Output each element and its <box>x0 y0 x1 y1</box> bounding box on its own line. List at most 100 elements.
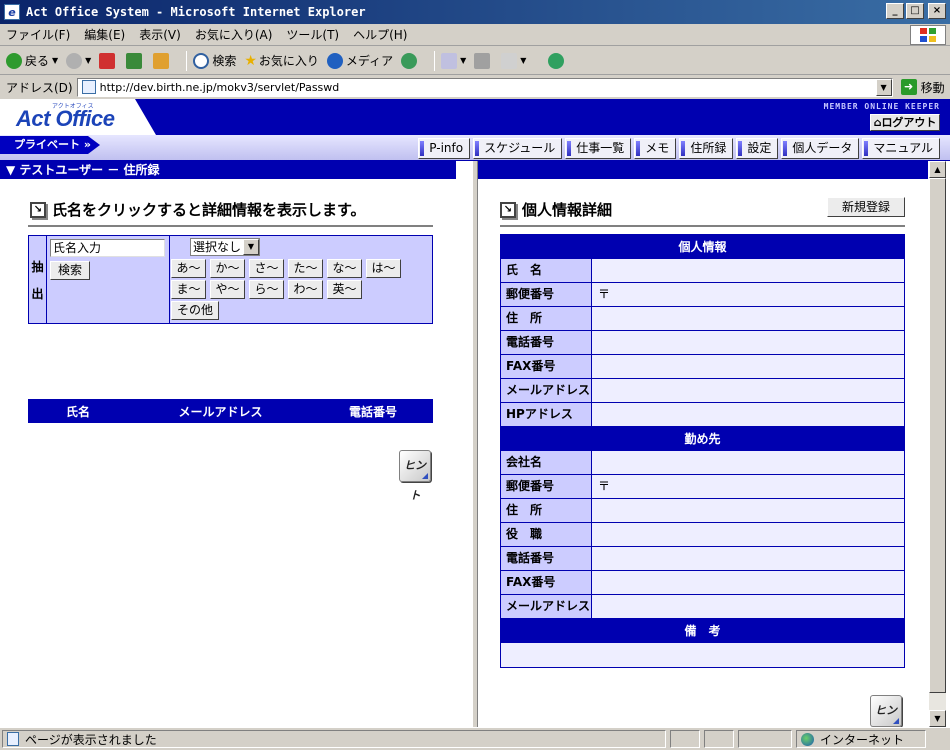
row-value <box>592 523 904 546</box>
logout-button[interactable]: ⌂ログアウト <box>870 114 940 131</box>
kana-na-button[interactable]: な～ <box>327 259 362 278</box>
row-value <box>592 259 904 282</box>
kana-a-button[interactable]: あ～ <box>171 259 206 278</box>
forward-button[interactable]: ▼ <box>66 52 91 69</box>
window-controls: _ □ × <box>886 3 946 19</box>
home-button[interactable] <box>153 52 172 69</box>
tab-p-info[interactable]: P-info <box>418 138 471 159</box>
menu-file[interactable]: ファイル(F) <box>6 26 70 43</box>
filter-box: 抽 出 氏名入力 検索 選択なし ▼ あ～ か～ さ～ た～ な～ は～ ま～ … <box>28 235 433 324</box>
detail-row: 役 職 <box>501 523 904 547</box>
back-label: 戻る <box>25 54 50 68</box>
address-dropdown-icon[interactable]: ▼ <box>875 78 892 96</box>
star-icon: ★ <box>244 52 257 69</box>
filter-label-1: 抽 <box>31 259 44 274</box>
row-label: 郵便番号 <box>501 283 592 306</box>
messenger-button[interactable] <box>548 52 567 69</box>
kana-wa-button[interactable]: わ～ <box>288 280 323 299</box>
act-office-logo[interactable]: アクトオフィス Act Office <box>0 99 156 135</box>
kana-english-button[interactable]: 英～ <box>327 280 362 299</box>
col-name[interactable]: 氏名 <box>28 403 128 420</box>
detail-table: 個人情報 氏 名 郵便番号〒 住 所 電話番号 FAX番号 メールアドレス HP… <box>500 234 905 668</box>
detail-row: メールアドレス <box>501 379 904 403</box>
minimize-button[interactable]: _ <box>886 3 904 19</box>
scroll-down-icon[interactable]: ▼ <box>929 710 946 727</box>
print-button[interactable] <box>474 52 493 69</box>
notes-value <box>501 643 904 667</box>
tab-task-list[interactable]: 仕事一覧 <box>565 138 632 159</box>
media-button[interactable]: メディア <box>326 52 393 69</box>
hint-button[interactable]: ヒント <box>399 450 431 502</box>
menu-edit[interactable]: 編集(E) <box>84 26 125 43</box>
menu-view[interactable]: 表示(V) <box>139 26 181 43</box>
detail-section-bar <box>478 161 928 179</box>
go-arrow-icon: ➜ <box>900 79 917 95</box>
edit-button[interactable]: ▼ <box>501 52 526 69</box>
mail-dropdown-icon[interactable]: ▼ <box>460 56 466 65</box>
row-label: 電話番号 <box>501 547 592 570</box>
back-button[interactable]: 戻る ▼ <box>6 52 58 69</box>
mail-button[interactable]: ▼ <box>441 52 466 69</box>
forward-dropdown-icon[interactable]: ▼ <box>85 56 91 65</box>
site-header: アクトオフィス Act Office MEMBER ONLINE KEEPER … <box>0 99 950 135</box>
new-entry-button[interactable]: 新規登録 <box>827 197 905 217</box>
scroll-up-icon[interactable]: ▲ <box>929 161 946 178</box>
tab-address-book[interactable]: 住所録 <box>679 138 734 159</box>
kana-other-button[interactable]: その他 <box>171 301 219 320</box>
kana-ma-button[interactable]: ま～ <box>171 280 206 299</box>
private-tab[interactable]: プライベート » <box>0 136 100 154</box>
kana-ta-button[interactable]: た～ <box>288 259 323 278</box>
filter-label: 抽 出 <box>29 236 47 323</box>
history-button[interactable] <box>401 52 420 69</box>
tab-memo[interactable]: メモ <box>634 138 677 159</box>
back-dropdown-icon[interactable]: ▼ <box>52 56 58 65</box>
search-icon <box>193 52 210 69</box>
stop-button[interactable] <box>99 52 118 69</box>
maximize-button[interactable]: □ <box>906 3 924 19</box>
close-button[interactable]: × <box>928 3 946 19</box>
row-label: 住 所 <box>501 499 592 522</box>
chevron-down-icon[interactable]: ▼ <box>243 239 259 255</box>
go-label: 移動 <box>920 80 945 95</box>
kana-ka-button[interactable]: か～ <box>210 259 245 278</box>
tab-personal-data[interactable]: 個人データ <box>781 138 860 159</box>
row-value: 〒 <box>592 475 904 498</box>
page-icon <box>81 80 96 94</box>
browser-toolbar: 戻る ▼ ▼ 検索 ★ お気に入り メディア ▼ ▼ <box>0 47 950 75</box>
row-value: 〒 <box>592 283 904 306</box>
row-label: メールアドレス <box>501 595 592 618</box>
menu-tools[interactable]: ツール(T) <box>286 26 339 43</box>
detail-row: 住 所 <box>501 307 904 331</box>
tab-manual[interactable]: マニュアル <box>862 138 940 159</box>
vertical-scrollbar[interactable]: ▲ ▼ <box>929 161 946 727</box>
favorites-button[interactable]: ★ お気に入り <box>244 52 319 69</box>
go-button[interactable]: ➜ 移動 <box>900 79 945 96</box>
address-input[interactable]: http://dev.birth.ne.jp/mokv3/servlet/Pas… <box>76 77 893 97</box>
refresh-button[interactable] <box>126 52 145 69</box>
menu-favorites[interactable]: お気に入り(A) <box>195 26 273 43</box>
section-title: ▼ テストユーザー － 住所録 <box>0 161 456 179</box>
hint-button[interactable]: ヒント <box>870 695 902 727</box>
tab-schedule[interactable]: スケジュール <box>473 138 563 159</box>
kana-ha-button[interactable]: は～ <box>366 259 401 278</box>
search-button[interactable]: 検索 <box>193 52 236 69</box>
kana-ra-button[interactable]: ら～ <box>249 280 284 299</box>
edit-dropdown-icon[interactable]: ▼ <box>520 56 526 65</box>
print-icon <box>474 52 491 69</box>
menu-help[interactable]: ヘルプ(H) <box>353 26 407 43</box>
kana-ya-button[interactable]: や～ <box>210 280 245 299</box>
search-submit-button[interactable]: 検索 <box>50 261 90 280</box>
nav-tabs: P-info スケジュール 仕事一覧 メモ 住所録 設定 個人データ マニュアル <box>418 138 940 159</box>
row-value <box>592 307 904 330</box>
name-search-input[interactable]: 氏名入力 <box>50 239 165 257</box>
col-email[interactable]: メールアドレス <box>128 403 313 420</box>
page-content: アクトオフィス Act Office MEMBER ONLINE KEEPER … <box>0 99 950 727</box>
left-heading-text: 氏名をクリックすると詳細情報を表示します。 <box>52 201 366 219</box>
col-phone[interactable]: 電話番号 <box>313 403 433 420</box>
tab-settings[interactable]: 設定 <box>736 138 779 159</box>
brand-label: MEMBER ONLINE KEEPER <box>823 102 940 111</box>
row-label: 住 所 <box>501 307 592 330</box>
scroll-thumb[interactable] <box>929 178 946 693</box>
kana-sa-button[interactable]: さ～ <box>249 259 284 278</box>
group-select[interactable]: 選択なし ▼ <box>190 238 260 256</box>
